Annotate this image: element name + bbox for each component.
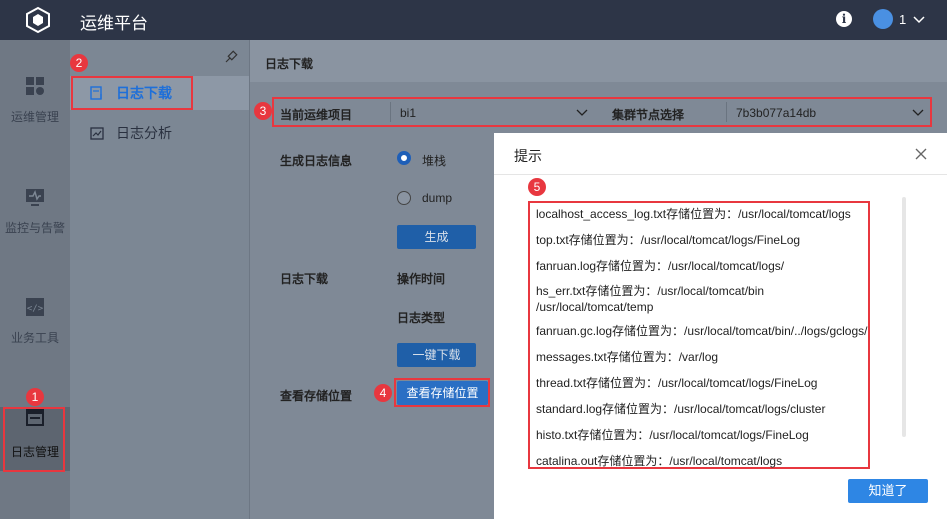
- list-item: thread.txt存储位置为：/usr/local/tomcat/logs/F…: [536, 376, 818, 390]
- info-icon[interactable]: i: [836, 11, 852, 27]
- app-logo-icon: [26, 6, 50, 34]
- radio-dump[interactable]: [397, 191, 411, 205]
- code-icon: </>: [26, 298, 44, 316]
- annotation-badge-5: 5: [528, 178, 546, 196]
- page-title: 日志下载: [265, 57, 314, 71]
- annotation-box-1: [3, 407, 65, 472]
- annotation-box-3: [272, 97, 932, 127]
- ok-button[interactable]: 知道了: [848, 479, 928, 503]
- nav-item-monitor[interactable]: 监控与告警: [0, 187, 70, 236]
- list-item: localhost_access_log.txt存储位置为：/usr/local…: [536, 207, 851, 221]
- nav-label: 监控与告警: [4, 221, 65, 235]
- annotation-badge-4: 4: [374, 384, 392, 402]
- storage-location-list: localhost_access_log.txt存储位置为：/usr/local…: [528, 201, 870, 469]
- annotation-badge-2: 2: [70, 54, 88, 72]
- avatar[interactable]: [873, 9, 893, 29]
- annotation-box-4: [394, 378, 490, 407]
- generate-button[interactable]: 生成: [397, 225, 476, 249]
- storage-label: 查看存储位置: [280, 389, 353, 403]
- subnav-item-log-analysis[interactable]: 日志分析: [70, 116, 249, 150]
- list-item: top.txt存储位置为：/usr/local/tomcat/logs/Fine…: [536, 233, 801, 247]
- nav-label: 运维管理: [10, 110, 59, 124]
- nav-label: 业务工具: [10, 331, 59, 345]
- main-header: [250, 40, 947, 82]
- dialog-title: 提示: [514, 148, 542, 164]
- svg-text:</>: </>: [27, 304, 44, 314]
- chart-doc-icon: [90, 127, 104, 140]
- sub-nav: [70, 40, 250, 519]
- radio-stack-label[interactable]: 堆栈: [422, 152, 446, 169]
- list-item: messages.txt存储位置为：/var/log: [536, 350, 719, 364]
- chevron-down-icon[interactable]: [912, 12, 926, 26]
- list-item: fanruan.log存储位置为：/usr/local/tomcat/logs/: [536, 259, 785, 273]
- list-item: catalina.out存储位置为：/usr/local/tomcat/logs: [536, 454, 783, 468]
- radio-stack[interactable]: [397, 151, 411, 165]
- grid-icon: [26, 77, 44, 95]
- nav-item-tools[interactable]: </> 业务工具: [0, 297, 70, 346]
- dialog-scrollbar[interactable]: [902, 197, 906, 437]
- list-item: fanruan.gc.log存储位置为：/usr/local/tomcat/bi…: [536, 324, 868, 338]
- user-count[interactable]: 1: [899, 12, 906, 27]
- radio-dump-label[interactable]: dump: [422, 191, 452, 205]
- list-item: standard.log存储位置为：/usr/local/tomcat/logs…: [536, 402, 826, 416]
- nav-item-ops[interactable]: 运维管理: [0, 76, 70, 125]
- op-time-label: 操作时间: [397, 272, 446, 286]
- close-icon[interactable]: [914, 147, 928, 161]
- monitor-icon: [26, 189, 44, 206]
- app-title: 运维平台: [80, 14, 148, 33]
- download-all-button[interactable]: 一键下载: [397, 343, 476, 367]
- list-item: histo.txt存储位置为：/usr/local/tomcat/logs/Fi…: [536, 428, 809, 442]
- log-type-label: 日志类型: [397, 311, 446, 325]
- gen-log-label: 生成日志信息: [280, 154, 353, 168]
- pin-icon[interactable]: [224, 50, 238, 64]
- download-label: 日志下载: [280, 272, 329, 286]
- list-item: hs_err.txt存储位置为：/usr/local/tomcat/bin /u…: [536, 284, 765, 314]
- annotation-badge-1: 1: [26, 388, 44, 406]
- annotation-badge-3: 3: [254, 102, 272, 120]
- subnav-label: 日志分析: [116, 125, 172, 141]
- annotation-box-2: [71, 76, 193, 110]
- storage-dialog: 提示 5 localhost_access_log.txt存储位置为：/usr/…: [494, 133, 947, 519]
- dialog-header: 提示: [494, 133, 947, 175]
